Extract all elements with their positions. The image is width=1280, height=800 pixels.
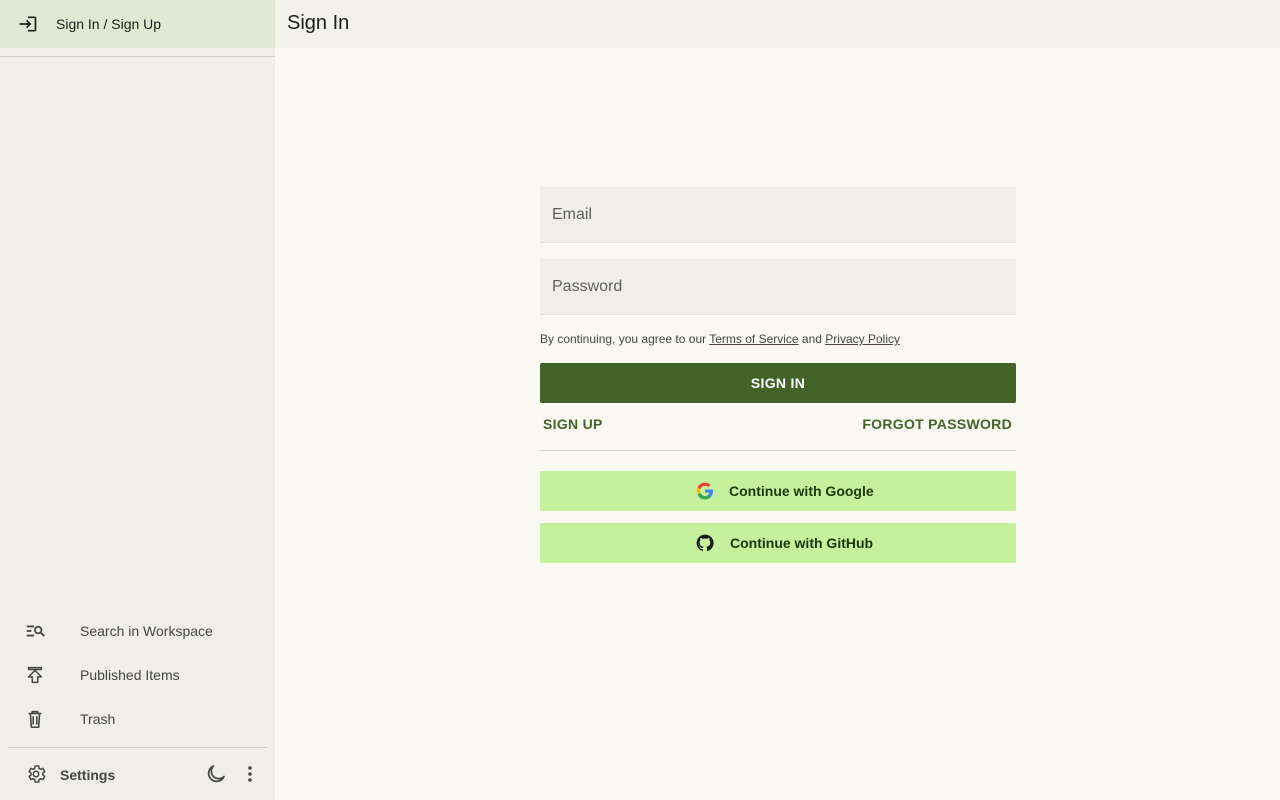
sidebar-item-search[interactable]: Search in Workspace	[0, 609, 275, 653]
sidebar-divider	[8, 747, 267, 748]
gear-icon	[28, 765, 46, 783]
terms-and: and	[798, 332, 826, 346]
terms-notice: By continuing, you agree to our Terms of…	[540, 332, 900, 346]
sidebar-item-label: Search in Workspace	[80, 623, 213, 639]
trash-icon	[28, 710, 42, 729]
sidebar-item-label: Trash	[80, 711, 116, 727]
sidebar-item-label: Published Items	[80, 667, 180, 683]
settings-label: Settings	[60, 767, 116, 783]
sidebar-divider	[0, 56, 275, 57]
sidebar-item-published[interactable]: Published Items	[0, 653, 275, 697]
settings-row: Settings	[0, 754, 275, 794]
publish-icon	[27, 666, 43, 684]
google-icon	[696, 482, 713, 500]
email-field[interactable]	[540, 187, 1016, 242]
email-field-container	[540, 187, 1016, 243]
more-vertical-icon	[248, 766, 252, 782]
theme-toggle-button[interactable]	[204, 762, 228, 786]
sidebar: Sign In / Sign Up Search in Workspace Pu…	[0, 0, 275, 800]
privacy-policy-link[interactable]: Privacy Policy	[825, 332, 900, 346]
continue-with-github-button[interactable]: Continue with GitHub	[540, 523, 1016, 563]
sign-in-button[interactable]: SIGN IN	[540, 363, 1016, 403]
forgot-password-button[interactable]: FORGOT PASSWORD	[862, 416, 1012, 432]
sign-up-button[interactable]: SIGN UP	[543, 416, 603, 432]
form-divider	[540, 450, 1016, 451]
settings-button[interactable]: Settings	[0, 754, 190, 794]
password-field[interactable]	[540, 259, 1016, 314]
more-options-button[interactable]	[240, 762, 260, 786]
github-icon	[696, 534, 714, 552]
sidebar-item-label: Sign In / Sign Up	[56, 16, 162, 32]
search-list-icon	[26, 625, 45, 637]
continue-with-google-button[interactable]: Continue with Google	[540, 471, 1016, 511]
google-button-label: Continue with Google	[729, 483, 874, 499]
terms-of-service-link[interactable]: Terms of Service	[709, 332, 798, 346]
moon-icon	[207, 765, 225, 783]
github-button-label: Continue with GitHub	[730, 535, 874, 551]
terms-prefix: By continuing, you agree to our	[540, 332, 710, 346]
page-header: Sign In	[275, 0, 1280, 48]
password-field-container	[540, 259, 1016, 315]
login-icon	[19, 16, 37, 32]
app-root: Sign In / Sign Up Search in Workspace Pu…	[0, 0, 1280, 800]
sidebar-item-trash[interactable]: Trash	[0, 697, 275, 741]
sidebar-item-sign-in[interactable]: Sign In / Sign Up	[0, 0, 275, 48]
page-title: Sign In	[287, 12, 350, 34]
